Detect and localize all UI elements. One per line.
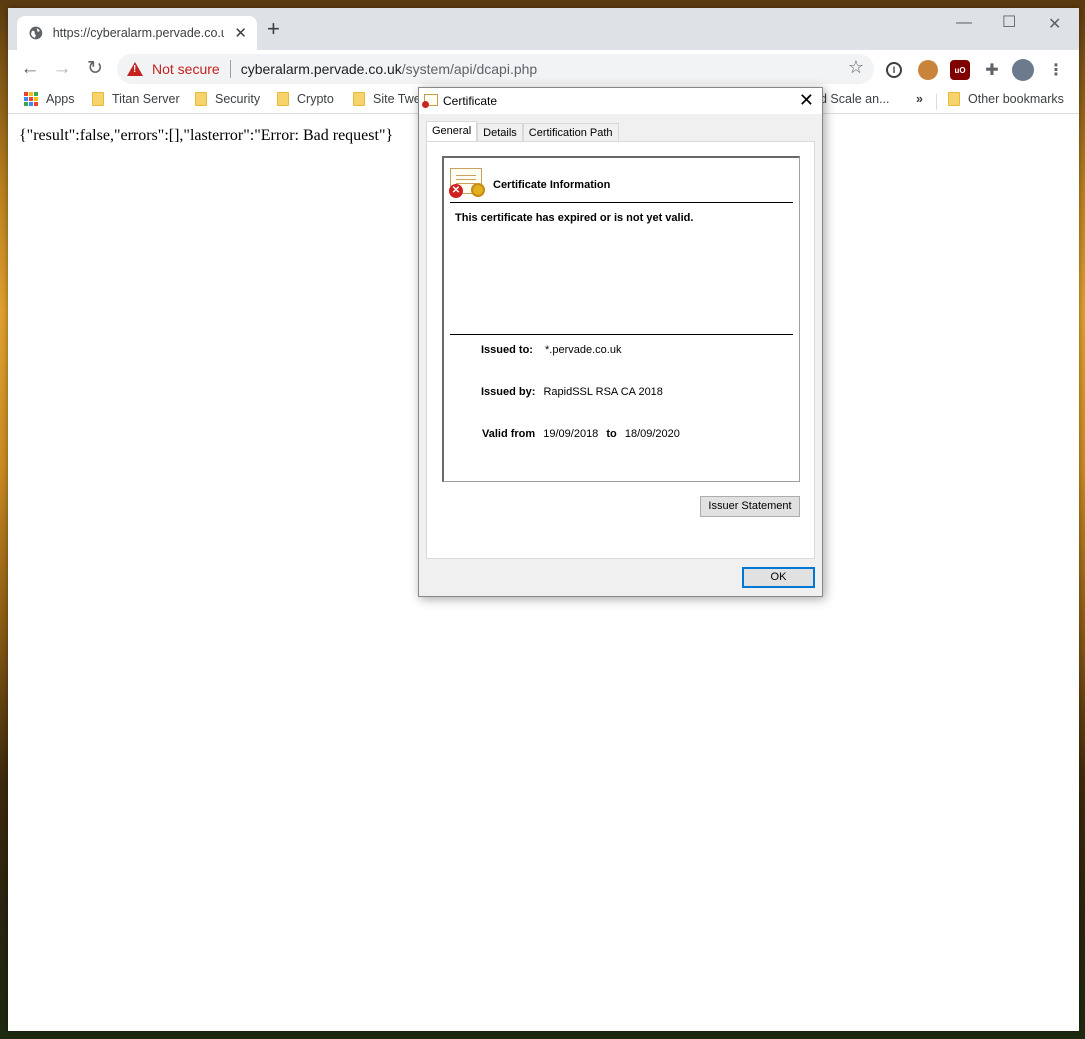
browser-tab[interactable]: https://cyberalarm.pervade.co.uk ✕ [17, 16, 257, 50]
certificate-dialog: Certificate ✕ General Details Certificat… [418, 87, 823, 597]
bookmark-star-icon[interactable]: ☆ [848, 57, 864, 78]
globe-icon [29, 26, 43, 40]
certificate-invalid-icon: ✕ [449, 168, 485, 198]
page-body-text: {"result":false,"errors":[],"lasterror":… [19, 127, 394, 144]
bookmark-label: Other bookmarks [968, 92, 1064, 106]
issued-to-value: *.pervade.co.uk [545, 344, 622, 356]
profile-avatar[interactable] [1012, 59, 1034, 81]
ok-button[interactable]: OK [742, 567, 815, 588]
window-close-icon[interactable]: ✕ [1048, 14, 1061, 34]
cookie-icon[interactable] [918, 60, 938, 80]
certificate-icon [422, 94, 438, 108]
bookmark-label: Security [215, 92, 261, 106]
extensions-puzzle-icon[interactable]: ✚ [982, 60, 1002, 80]
bookmark-folder[interactable]: Crypto [277, 92, 334, 106]
reload-icon[interactable]: ↻ [81, 56, 109, 82]
bookmark-folder[interactable]: Site Twe [353, 92, 421, 106]
issued-to-row: Issued to: *.pervade.co.uk [481, 344, 621, 356]
bookmark-folder[interactable]: Titan Server [92, 92, 180, 106]
apps-grid-icon [24, 92, 38, 106]
not-secure-label[interactable]: Not secure [152, 61, 220, 77]
bookmark-label: Crypto [297, 92, 334, 106]
dialog-title: Certificate [443, 94, 498, 108]
validity-row: Valid from 19/09/2018 to 18/09/2020 [482, 428, 680, 440]
valid-to-value: 18/09/2020 [624, 428, 680, 440]
issued-by-value: RapidSSL RSA CA 2018 [543, 386, 663, 398]
tab-general[interactable]: General [426, 121, 478, 143]
tab-details[interactable]: Details [477, 123, 523, 143]
valid-to-label: to [606, 428, 617, 440]
bookmark-label: d Scale an... [820, 92, 890, 106]
certificate-info-title: Certificate Information [493, 179, 611, 191]
url-host: cyberalarm.pervade.co.uk [240, 61, 402, 77]
warning-icon: ! [127, 62, 143, 76]
issued-to-label: Issued to: [481, 344, 533, 356]
bookmark-folder[interactable]: Security [195, 92, 260, 106]
title-bar: https://cyberalarm.pervade.co.uk ✕ + — ☐… [8, 8, 1079, 50]
bookmark-label: Site Twe [373, 92, 421, 106]
url-path: /system/api/dcapi.php [401, 61, 538, 77]
certificate-status-message: This certificate has expired or is not y… [455, 212, 694, 224]
bookmark-label: Titan Server [112, 92, 180, 106]
other-bookmarks[interactable]: Other bookmarks [948, 92, 1064, 106]
folder-icon [948, 92, 960, 106]
forward-arrow-icon[interactable]: → [48, 56, 76, 82]
dialog-tabs: General Details Certification Path [426, 121, 619, 143]
tab-close-icon[interactable]: ✕ [234, 24, 247, 42]
omnibox-divider [229, 60, 231, 78]
toolbar: ← → ↻ ! Not secure cyberalarm.pervade.co… [8, 50, 1079, 88]
certificate-info-box: ✕ Certificate Information This certifica… [442, 156, 800, 482]
issued-by-label: Issued by: [481, 386, 536, 398]
folder-icon [92, 92, 104, 106]
dialog-close-icon[interactable]: ✕ [799, 90, 814, 111]
back-arrow-icon[interactable]: ← [16, 56, 44, 82]
valid-from-label: Valid from [482, 428, 536, 440]
issuer-statement-button[interactable]: Issuer Statement [700, 496, 800, 517]
divider [450, 334, 793, 335]
new-tab-button[interactable]: + [267, 18, 280, 40]
bookmark-item[interactable]: d Scale an... [820, 92, 890, 106]
tab-title: https://cyberalarm.pervade.co.uk [52, 26, 225, 40]
general-tab-panel: ✕ Certificate Information This certifica… [426, 141, 815, 559]
folder-icon [277, 92, 289, 106]
minimize-icon[interactable]: — [956, 14, 972, 32]
maximize-icon[interactable]: ☐ [1002, 12, 1016, 32]
address-bar[interactable]: ! Not secure cyberalarm.pervade.co.uk/sy… [117, 54, 874, 84]
bookmark-label: Apps [46, 92, 75, 106]
ublock-icon[interactable]: uO [950, 60, 970, 80]
menu-kebab-icon[interactable]: ⋮ [1046, 60, 1066, 80]
password-manager-icon[interactable]: I [886, 62, 902, 78]
dialog-titlebar: Certificate ✕ [419, 88, 822, 114]
divider [450, 202, 793, 203]
folder-icon [195, 92, 207, 106]
tab-certification-path[interactable]: Certification Path [522, 123, 619, 143]
valid-from-value: 19/09/2018 [543, 428, 599, 440]
more-bookmarks-chevron-icon[interactable]: » [916, 92, 923, 106]
issued-by-row: Issued by: RapidSSL RSA CA 2018 [481, 386, 663, 398]
bookmark-apps[interactable]: Apps [24, 92, 75, 106]
bookmarks-divider [936, 94, 937, 110]
folder-icon [353, 92, 365, 106]
